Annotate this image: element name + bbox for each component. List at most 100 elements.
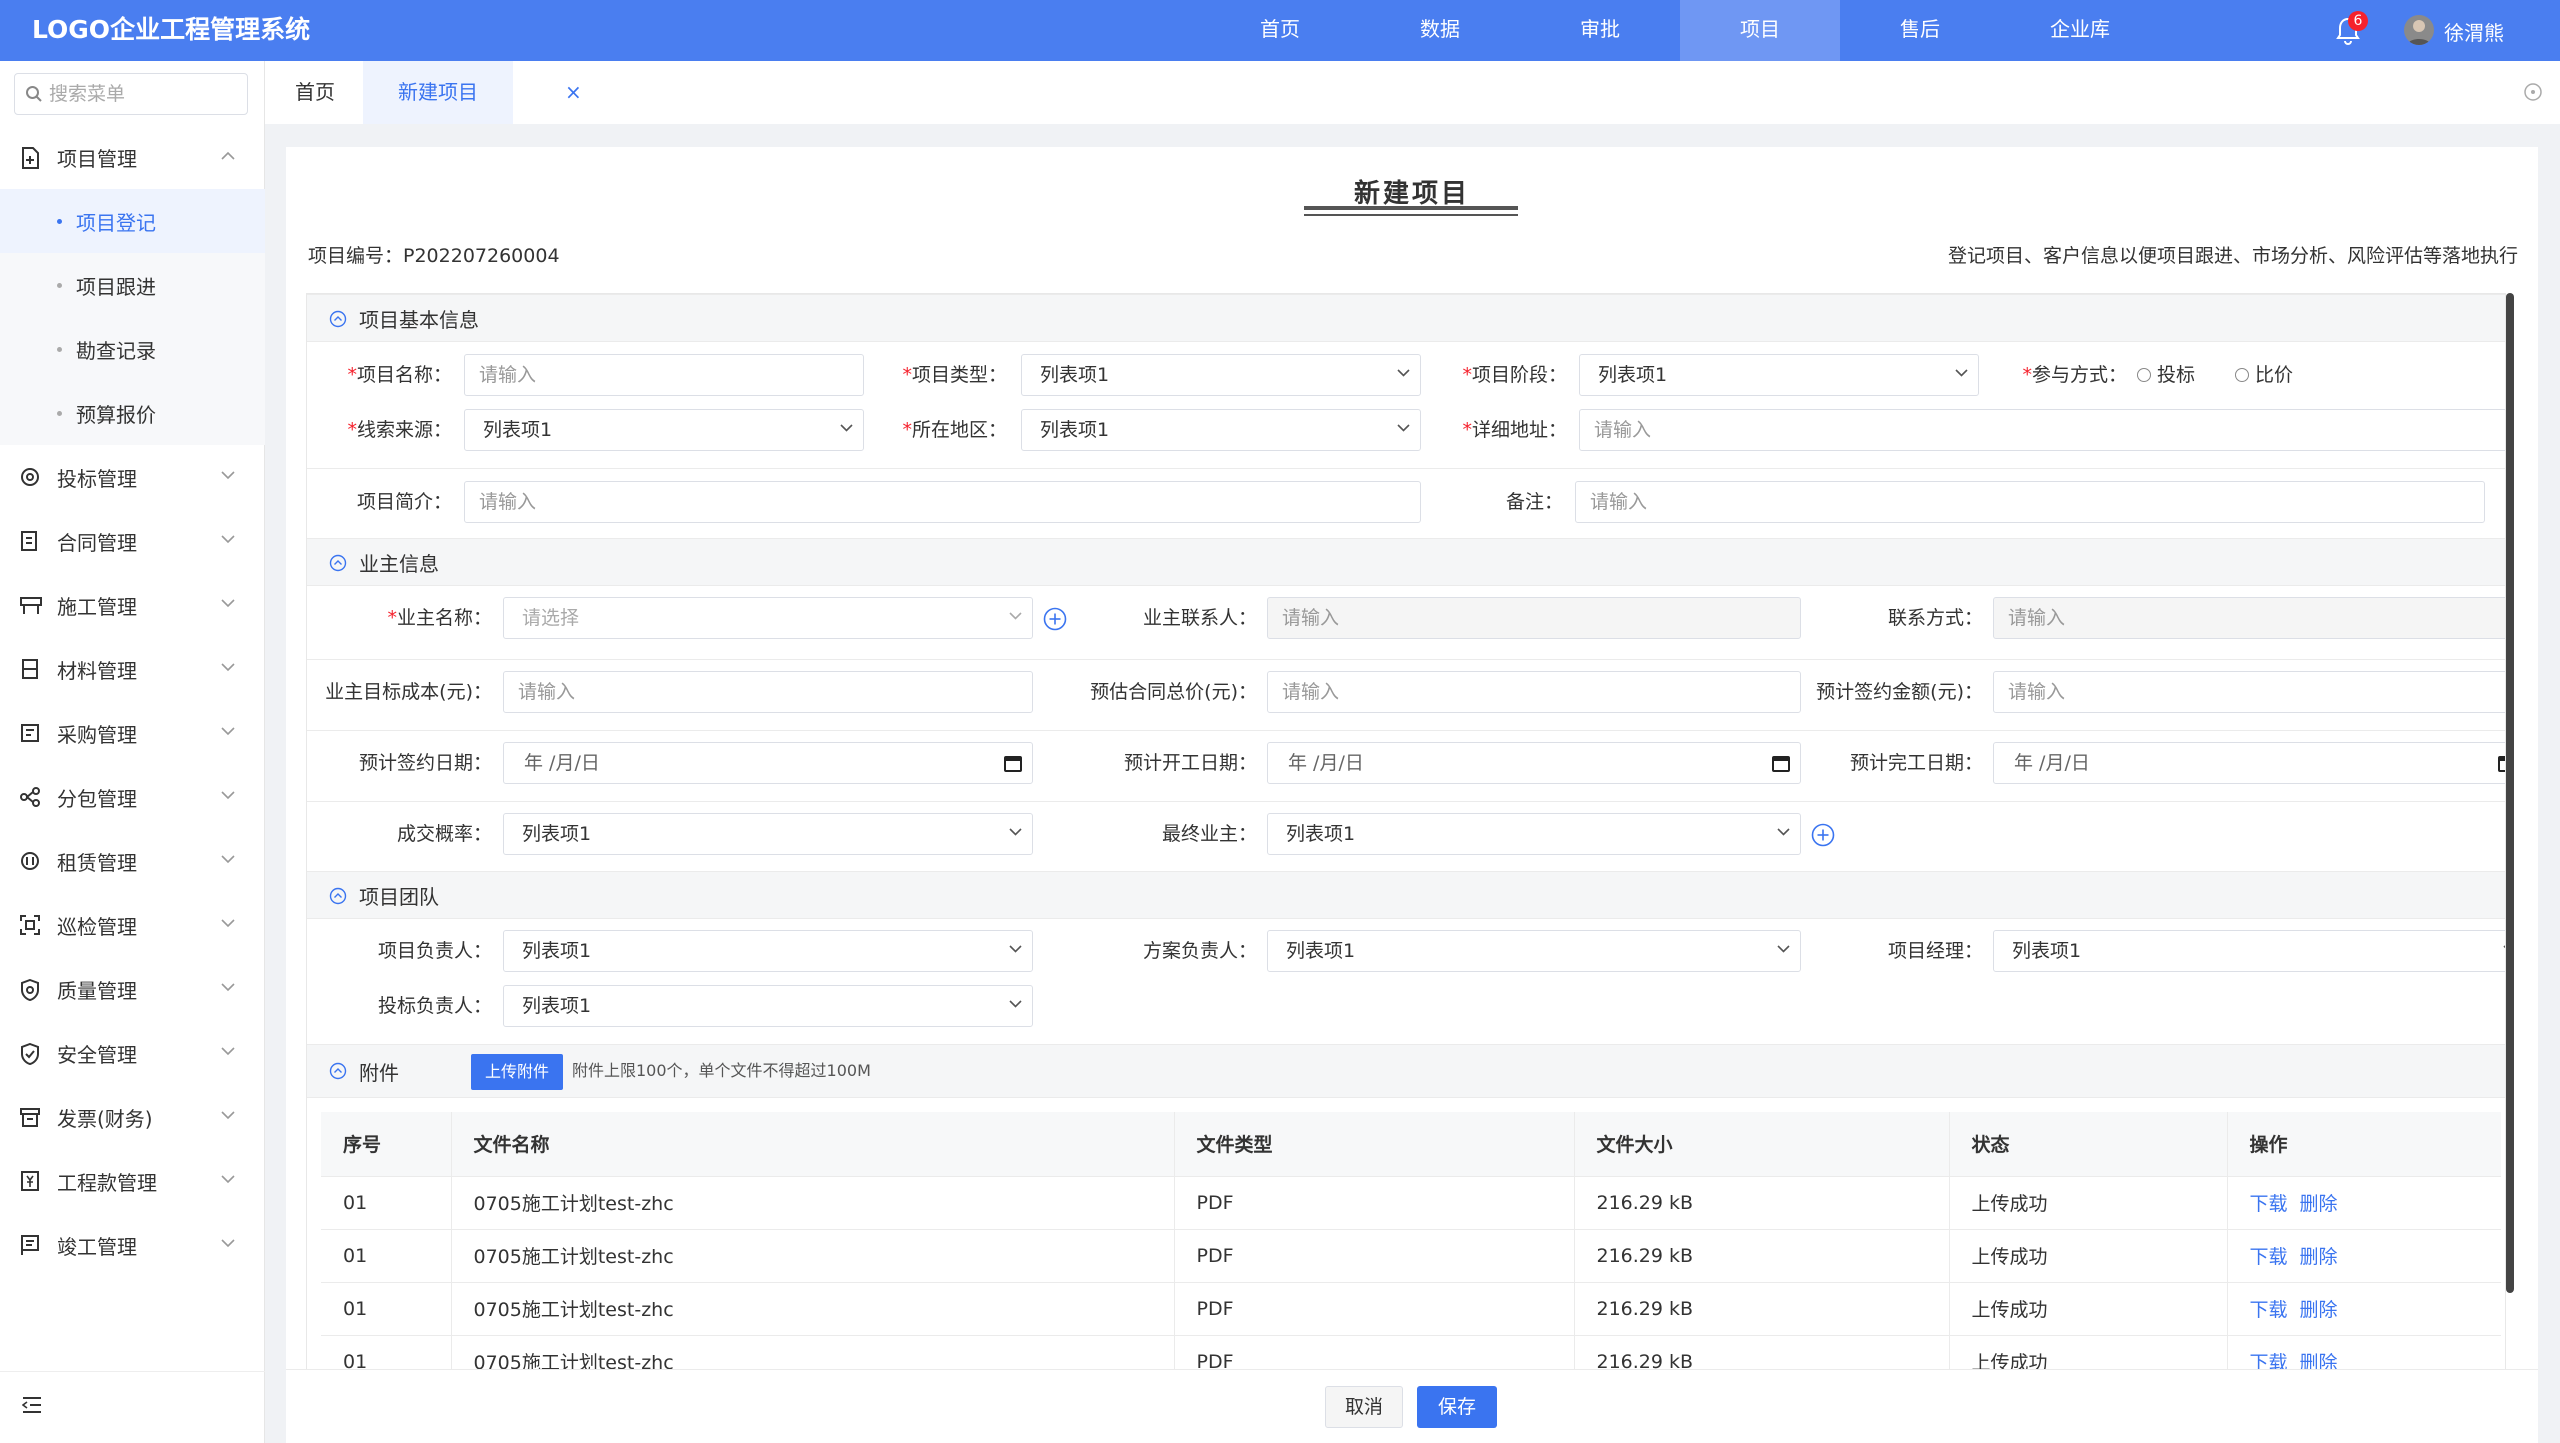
avatar[interactable] (2404, 15, 2434, 45)
final-owner-select[interactable]: 列表项1 (1267, 813, 1801, 855)
tab-new-project[interactable]: 新建项目 × (363, 61, 582, 124)
sidebar-item-construction[interactable]: 施工管理 (0, 573, 265, 637)
sidebar-item-contract[interactable]: 合同管理 (0, 509, 265, 573)
menu-search-box[interactable] (14, 73, 248, 115)
bid-leader-select[interactable]: 列表项1 (503, 985, 1033, 1027)
section-owner-info[interactable]: 业主信息 (307, 538, 2505, 586)
user-name[interactable]: 徐渭熊 (2444, 17, 2504, 46)
sidebar-item-leasing[interactable]: 租赁管理 (0, 829, 265, 893)
owner-name-select[interactable]: 请选择 (503, 597, 1033, 639)
project-type-select[interactable]: 列表项1 (1021, 354, 1421, 396)
download-link[interactable]: 下载 (2250, 1299, 2288, 1321)
project-manager-select[interactable]: 列表项1 (1993, 930, 2505, 972)
project-leader-select[interactable]: 列表项1 (503, 930, 1033, 972)
sidebar-item-project-management[interactable]: 项目管理 (0, 125, 265, 189)
upload-attachment-button[interactable]: 上传附件 (471, 1054, 564, 1090)
menu-search-input[interactable] (49, 83, 229, 105)
row-actions: 下载 删除 (2227, 1229, 2501, 1283)
add-owner-icon[interactable] (1043, 607, 1067, 631)
sidebar-item-procurement[interactable]: 采购管理 (0, 701, 265, 765)
sidebar-item-quality[interactable]: 质量管理 (0, 957, 265, 1021)
sidebar-item-bidding[interactable]: 投标管理 (0, 445, 265, 509)
collapse-circle-icon[interactable] (329, 1062, 347, 1080)
sidebar-subitem-project-followup[interactable]: 项目跟进 (0, 253, 265, 317)
invoice-icon (20, 1107, 40, 1127)
sidebar-subitem-survey-records[interactable]: 勘查记录 (0, 317, 265, 381)
tab-options-icon[interactable] (2523, 82, 2543, 102)
table-row: 01 0705施工计划test-zhc PDF 216.29 kB 上传成功 下… (321, 1176, 2501, 1230)
sidebar-subitem-budget-quote[interactable]: 预算报价 (0, 381, 265, 445)
sidebar-subitem-project-registration[interactable]: 项目登记 (0, 189, 265, 253)
calendar-icon (1004, 754, 1022, 772)
delete-link[interactable]: 删除 (2300, 1246, 2338, 1268)
start-date-label: 预计开工日期： (1123, 752, 1257, 774)
file-type: PDF (1174, 1176, 1575, 1230)
sidebar-item-payment[interactable]: 工程款管理 (0, 1149, 265, 1213)
plan-leader-select[interactable]: 列表项1 (1267, 930, 1801, 972)
bullet (57, 218, 62, 224)
sidebar-item-completion[interactable]: 竣工管理 (0, 1213, 265, 1277)
attachments-table: 序号 文件名称 文件类型 文件大小 状态 操作 01 0705施工计划test-… (321, 1112, 2501, 1389)
address-input[interactable]: 请输入 (1579, 409, 2505, 451)
final-owner-label: 最终业主： (1161, 823, 1257, 845)
project-leader-label: 项目负责人： (377, 940, 492, 962)
sidebar-item-inspection[interactable]: 巡检管理 (0, 893, 265, 957)
sidebar-subitem-label: 预算报价 (76, 402, 156, 427)
owner-contact-input[interactable]: 请输入 (1267, 597, 1801, 639)
collapse-circle-icon[interactable] (329, 554, 347, 572)
end-date-input[interactable]: 年 /月/日 (1993, 742, 2505, 784)
column-header: 序号 (321, 1112, 452, 1177)
download-link[interactable]: 下载 (2250, 1246, 2288, 1268)
nav-project[interactable]: 项目 (1680, 0, 1840, 61)
nav-enterprise-library[interactable]: 企业库 (2000, 0, 2160, 61)
start-date-input[interactable]: 年 /月/日 (1267, 742, 1801, 784)
section-attachments[interactable]: 附件 上传附件 附件上限100个，单个文件不得超过100M (307, 1044, 2505, 1098)
sidebar-item-label: 质量管理 (57, 978, 137, 1003)
collapse-menu-icon[interactable] (22, 1396, 42, 1414)
close-icon[interactable]: × (565, 61, 582, 124)
section-project-team[interactable]: 项目团队 (307, 871, 2505, 919)
sidebar-item-safety[interactable]: 安全管理 (0, 1021, 265, 1085)
collapse-circle-icon[interactable] (329, 310, 347, 328)
chevron-down-icon (221, 727, 235, 736)
tab-home[interactable]: 首页 (295, 61, 335, 124)
nav-after-sales[interactable]: 售后 (1840, 0, 2000, 61)
column-header: 状态 (1949, 1112, 2228, 1177)
file-name: 0705施工计划test-zhc (451, 1176, 1175, 1230)
contact-phone-label: 联系方式： (1887, 607, 1983, 629)
section-basic-info[interactable]: 项目基本信息 (307, 294, 2505, 342)
project-stage-select[interactable]: 列表项1 (1579, 354, 1979, 396)
estimated-total-input[interactable]: 请输入 (1267, 671, 1801, 713)
participation-option-price-compare[interactable]: 比价 (2235, 354, 2293, 396)
download-link[interactable]: 下载 (2250, 1193, 2288, 1215)
delete-link[interactable]: 删除 (2300, 1299, 2338, 1321)
estimated-sign-amount-input[interactable]: 请输入 (1993, 671, 2505, 713)
lead-source-select[interactable]: 列表项1 (464, 409, 864, 451)
target-cost-input[interactable]: 请输入 (503, 671, 1033, 713)
nav-approval[interactable]: 审批 (1520, 0, 1680, 61)
collapse-circle-icon[interactable] (329, 887, 347, 905)
project-name-input[interactable]: 请输入 (464, 354, 864, 396)
sign-date-input[interactable]: 年 /月/日 (503, 742, 1033, 784)
nav-home[interactable]: 首页 (1200, 0, 1360, 61)
row-actions: 下载 删除 (2227, 1176, 2501, 1230)
scrollbar[interactable] (2506, 293, 2514, 1293)
sidebar-item-subcontract[interactable]: 分包管理 (0, 765, 265, 829)
project-intro-input[interactable]: 请输入 (464, 481, 1421, 523)
region-select[interactable]: 列表项1 (1021, 409, 1421, 451)
sidebar-item-label: 项目管理 (57, 146, 137, 171)
add-final-owner-icon[interactable] (1811, 823, 1835, 847)
cancel-button[interactable]: 取消 (1325, 1386, 1403, 1428)
sidebar-item-invoice[interactable]: 发票(财务) (0, 1085, 265, 1149)
contact-phone-input[interactable]: 请输入 (1993, 597, 2505, 639)
estimated-sign-amount-label: 预计签约金额(元)： (1816, 681, 1983, 703)
sidebar-item-materials[interactable]: 材料管理 (0, 637, 265, 701)
save-button[interactable]: 保存 (1417, 1386, 1497, 1428)
nav-data[interactable]: 数据 (1360, 0, 1520, 61)
delete-link[interactable]: 删除 (2300, 1193, 2338, 1215)
chevron-down-icon (221, 471, 235, 480)
chevron-down-icon (1777, 828, 1790, 836)
remark-input[interactable]: 请输入 (1575, 481, 2485, 523)
participation-option-bidding[interactable]: 投标 (2137, 354, 2195, 396)
deal-probability-select[interactable]: 列表项1 (503, 813, 1033, 855)
